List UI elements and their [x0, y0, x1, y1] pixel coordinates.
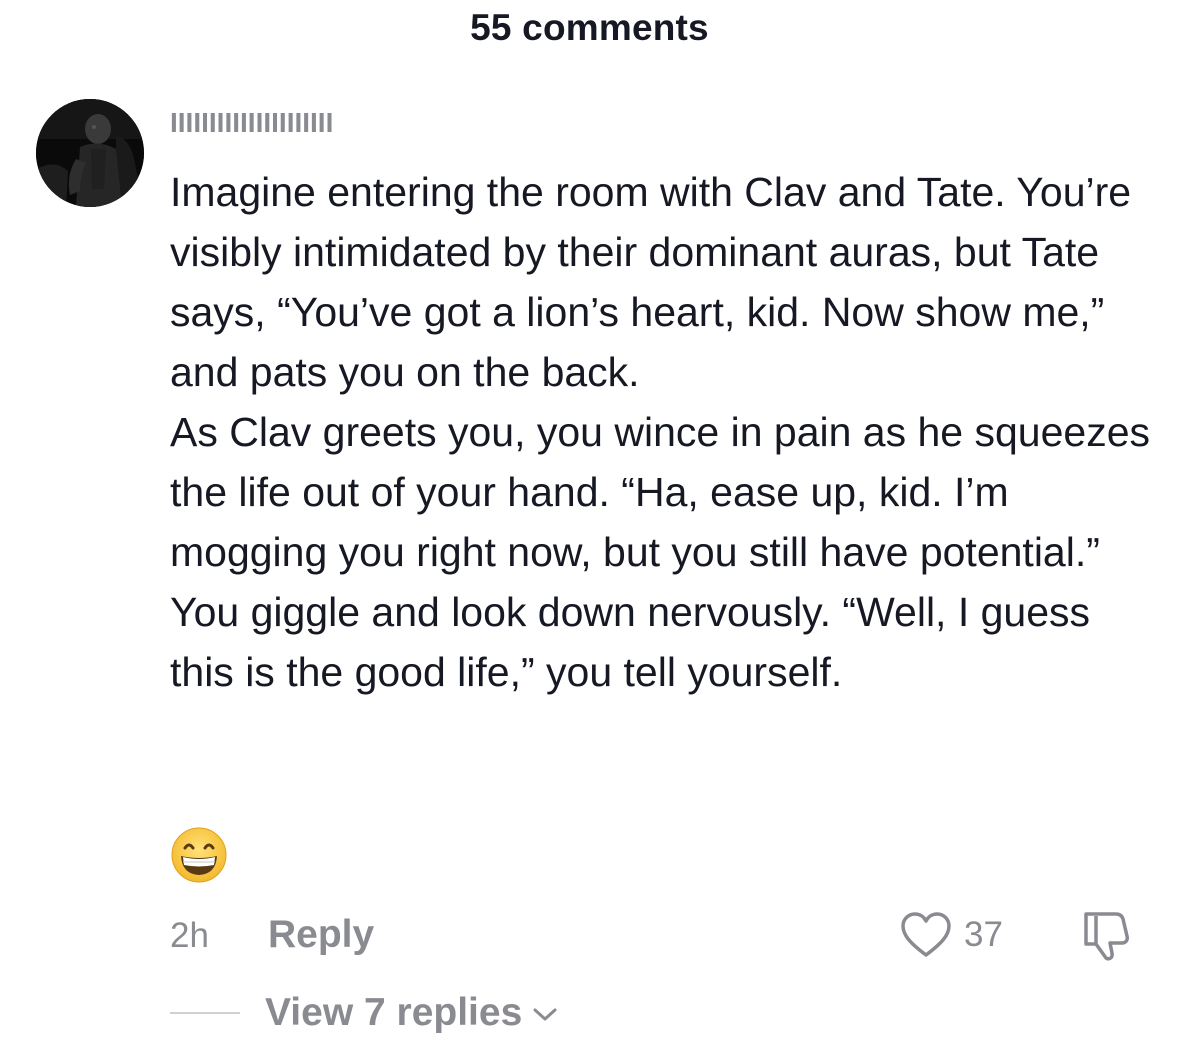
- grinning-emoji-icon: [170, 826, 228, 884]
- comment-paragraph: Imagine entering the room with Clav and …: [170, 169, 1132, 395]
- comment-paragraph: You giggle and look down nervously. “Wel…: [170, 589, 1091, 695]
- reply-button[interactable]: Reply: [268, 912, 374, 958]
- avatar-image: [36, 99, 144, 207]
- dislike-button[interactable]: [1078, 908, 1134, 964]
- avatar[interactable]: [36, 99, 144, 207]
- comment-text: Imagine entering the room with Clav and …: [170, 162, 1155, 702]
- comments-count-title: 55 comments: [470, 7, 709, 48]
- view-replies-label: View 7 replies: [265, 991, 523, 1034]
- replies-divider: [170, 1012, 240, 1014]
- like-count: 37: [964, 915, 1003, 954]
- username[interactable]: IIIIIIIIIIIIIIIIIIIII: [170, 107, 333, 138]
- comments-header: 55 comments: [0, 0, 1179, 56]
- heart-outline-icon: [901, 912, 951, 957]
- thumbs-down-outline-icon: [1084, 912, 1129, 961]
- view-replies-button[interactable]: View 7 replies: [265, 990, 558, 1036]
- comment-paragraph: As Clav greets you, you wince in pain as…: [170, 409, 1150, 575]
- like-button[interactable]: 37: [900, 910, 1003, 960]
- comment-timestamp: 2h: [170, 916, 209, 955]
- chevron-down-icon: [533, 1008, 557, 1021]
